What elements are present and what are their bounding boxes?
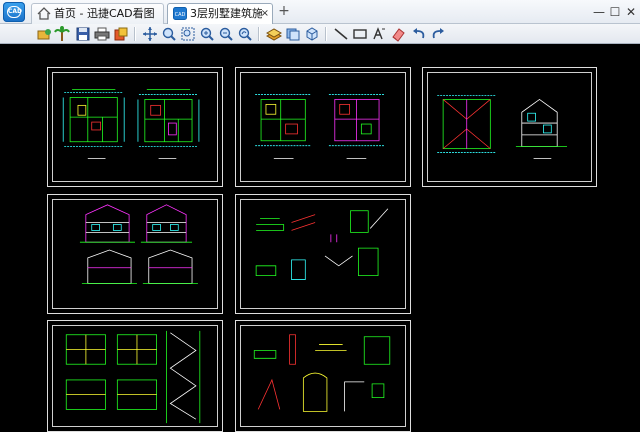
3d-view-icon[interactable]: [304, 26, 320, 42]
drawing-sheet[interactable]: [47, 67, 223, 187]
toolbar-separator: [134, 27, 136, 41]
minimize-button[interactable]: —: [591, 4, 607, 20]
detail-drawing: [253, 334, 391, 412]
app-logo[interactable]: CAD: [3, 2, 25, 22]
drawing-sheet[interactable]: [47, 194, 223, 314]
maximize-button[interactable]: ☐: [607, 4, 623, 20]
elevation-drawing: [79, 204, 198, 284]
toolbar-separator: [325, 27, 327, 41]
redo-icon[interactable]: [430, 26, 446, 42]
drawing-sheet[interactable]: [235, 320, 411, 432]
tab-home-label: 首页 - 迅捷CAD看图: [54, 7, 155, 20]
stair-plan-drawing: [65, 330, 201, 424]
tab-close-icon[interactable]: ×: [261, 4, 269, 23]
drawing-sheet[interactable]: [235, 194, 411, 314]
eraser-icon[interactable]: [390, 26, 406, 42]
layer-icon[interactable]: [266, 26, 282, 42]
pan-icon[interactable]: [142, 26, 158, 42]
detail-drawing: [255, 208, 389, 280]
toolbar: [0, 24, 640, 44]
cad-file-icon: CAD: [173, 7, 187, 20]
tab-drawing-label: 3层别墅建筑施工图...: [190, 7, 262, 20]
home-icon: [37, 7, 51, 20]
close-button[interactable]: ✕: [623, 4, 639, 20]
floor-plan-drawing: [62, 89, 200, 159]
zoom-in-icon[interactable]: [199, 26, 215, 42]
print-icon[interactable]: [94, 26, 110, 42]
tab-home[interactable]: 首页 - 迅捷CAD看图: [31, 3, 164, 24]
svg-text:CAD: CAD: [175, 12, 186, 18]
export-icon[interactable]: [113, 26, 129, 42]
tab-drawing[interactable]: CAD 3层别墅建筑施工图... ×: [167, 3, 273, 24]
palm-icon[interactable]: [54, 26, 70, 42]
line-icon[interactable]: [333, 26, 349, 42]
zoom-previous-icon[interactable]: [237, 26, 253, 42]
new-tab-button[interactable]: +: [277, 4, 291, 20]
undo-icon[interactable]: [411, 26, 427, 42]
cad-viewer-window: CAD 首页 - 迅捷CAD看图 CAD 3层别墅建筑施工图... × + — …: [0, 0, 640, 432]
drawing-sheet[interactable]: [422, 67, 597, 187]
title-bar: CAD 首页 - 迅捷CAD看图 CAD 3层别墅建筑施工图... × + — …: [0, 0, 640, 24]
drawing-sheet[interactable]: [47, 320, 223, 432]
layout-icon[interactable]: [285, 26, 301, 42]
rectangle-icon[interactable]: [352, 26, 368, 42]
drawing-canvas[interactable]: [0, 44, 640, 432]
zoom-extents-icon[interactable]: [180, 26, 196, 42]
zoom-window-icon[interactable]: [161, 26, 177, 42]
zoom-out-icon[interactable]: [218, 26, 234, 42]
drawing-sheet[interactable]: [235, 67, 411, 187]
save-icon[interactable]: [75, 26, 91, 42]
toolbar-separator: [258, 27, 260, 41]
open-file-icon[interactable]: [36, 26, 52, 42]
section-elevation-drawing: [437, 95, 568, 159]
cad-logo-icon: CAD: [7, 6, 22, 18]
floor-plan-drawing: [255, 94, 385, 159]
text-icon[interactable]: [371, 26, 387, 42]
